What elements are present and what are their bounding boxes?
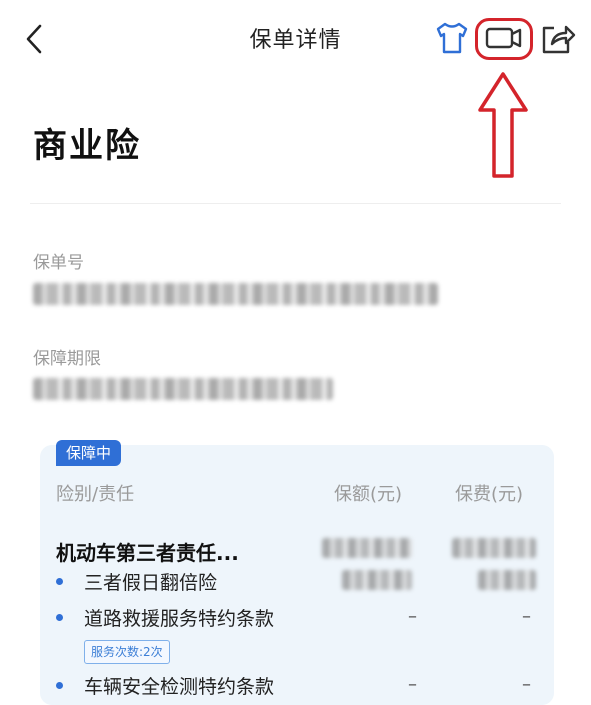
- amount-redacted: [342, 570, 412, 590]
- bullet-dot: [56, 682, 63, 689]
- status-badge: 保障中: [56, 440, 122, 466]
- premium-value: –: [522, 674, 531, 695]
- amount-redacted: [322, 538, 412, 558]
- share-icon[interactable]: [538, 18, 578, 58]
- amount-value: –: [408, 606, 417, 627]
- top-nav-bar: 保单详情: [0, 0, 591, 80]
- list-item: 车辆安全检测特约条款: [84, 676, 275, 698]
- insurance-type-title: 商业险: [33, 126, 141, 166]
- column-header-item: 险别/责任: [56, 484, 135, 505]
- section-divider: [30, 203, 561, 204]
- video-camera-icon[interactable]: [484, 18, 524, 58]
- policy-number-label: 保单号: [33, 253, 84, 273]
- bullet-dot: [56, 578, 63, 585]
- tshirt-icon[interactable]: [432, 18, 472, 58]
- service-count-badge: 服务次数:2次: [84, 640, 170, 664]
- column-header-premium: 保费(元): [455, 484, 524, 505]
- main-coverage-item[interactable]: 机动车第三者责任...: [56, 537, 239, 566]
- list-item: 三者假日翻倍险: [84, 572, 218, 594]
- list-item: 道路救援服务特约条款: [84, 608, 275, 630]
- coverage-period-label: 保障期限: [33, 349, 101, 369]
- annotation-up-arrow: [478, 72, 528, 178]
- bullet-dot: [56, 614, 63, 621]
- premium-value: –: [522, 606, 531, 627]
- policy-number-redacted: [33, 283, 438, 305]
- premium-redacted: [478, 570, 536, 590]
- column-header-amount: 保额(元): [334, 484, 403, 505]
- premium-redacted: [452, 538, 536, 558]
- coverage-period-redacted: [33, 378, 333, 400]
- amount-value: –: [408, 674, 417, 695]
